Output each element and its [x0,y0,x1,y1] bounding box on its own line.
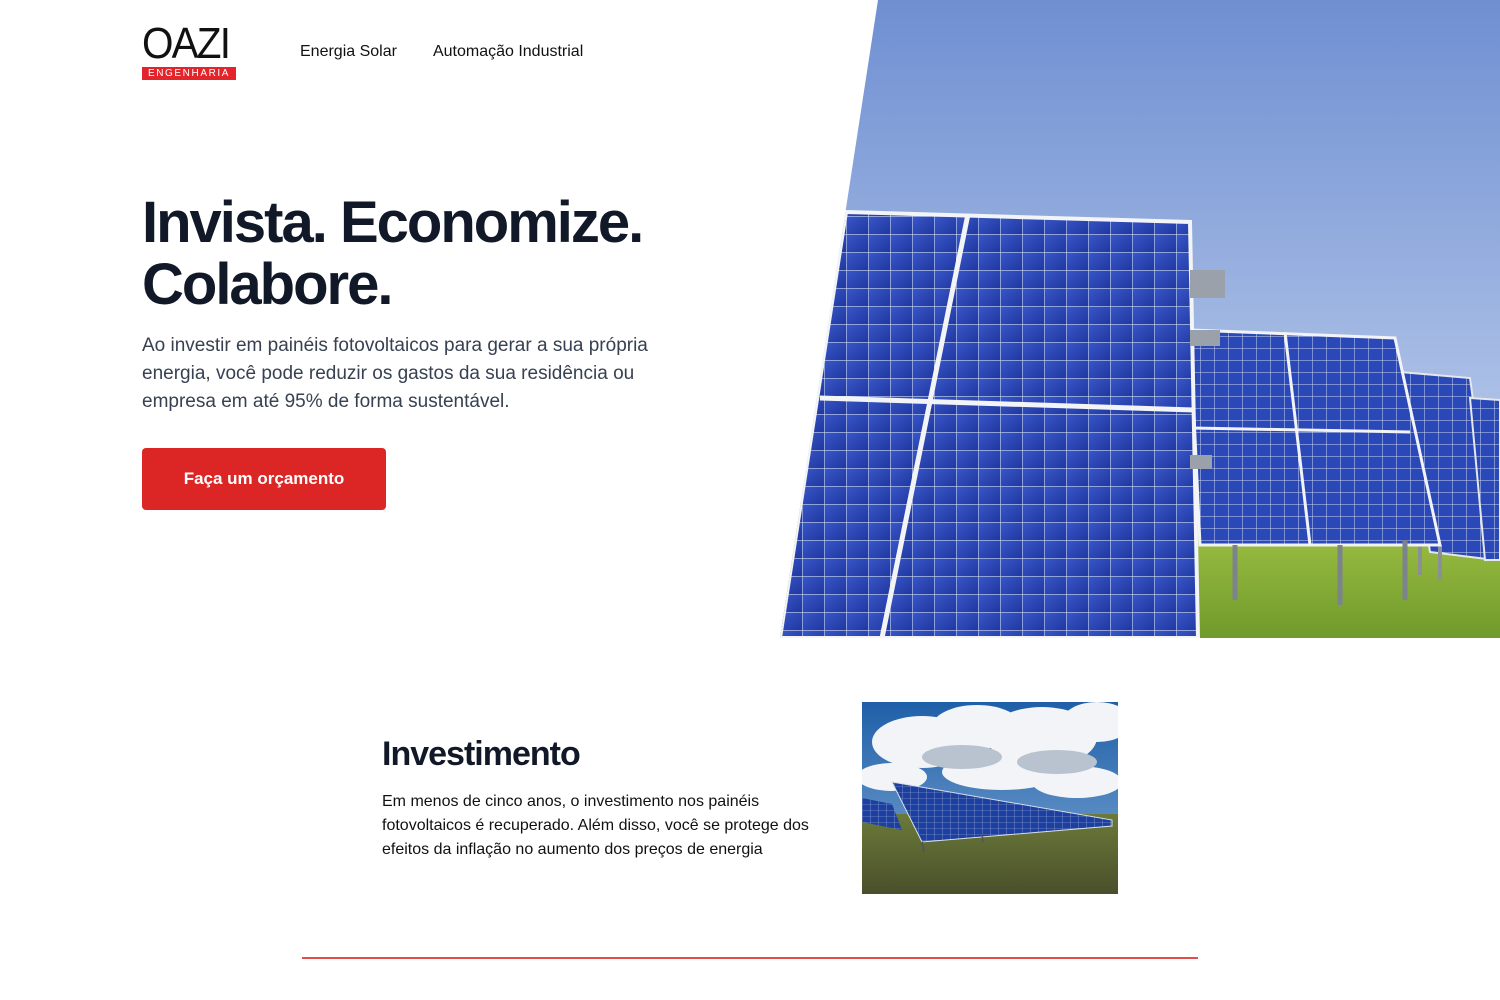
brand-logo[interactable]: OAZI ENGENHARIA [142,22,236,80]
solar-panels-hero-image [780,0,1500,638]
hero-title: Invista. Economize. Colabore. [142,192,762,316]
logo-wordmark: OAZI [142,19,231,68]
nav-link-automacao-industrial[interactable]: Automação Industrial [433,42,583,62]
investment-description: Em menos de cinco anos, o investimento n… [382,793,809,858]
nav-link-energia-solar[interactable]: Energia Solar [300,42,397,62]
request-quote-button[interactable]: Faça um orçamento [142,448,386,510]
hero-title-line-1: Invista. Economize. [142,190,644,255]
section-divider [302,957,1198,959]
hero-title-line-2: Colabore. [142,252,394,317]
main-nav: Energia Solar Automação Industrial [300,42,583,62]
hero-subtitle: Ao investir em painéis fotovoltaicos par… [142,335,648,412]
solar-farm-image [862,702,1118,894]
logo-tagline: ENGENHARIA [142,67,236,80]
investment-title: Investimento [382,735,581,773]
